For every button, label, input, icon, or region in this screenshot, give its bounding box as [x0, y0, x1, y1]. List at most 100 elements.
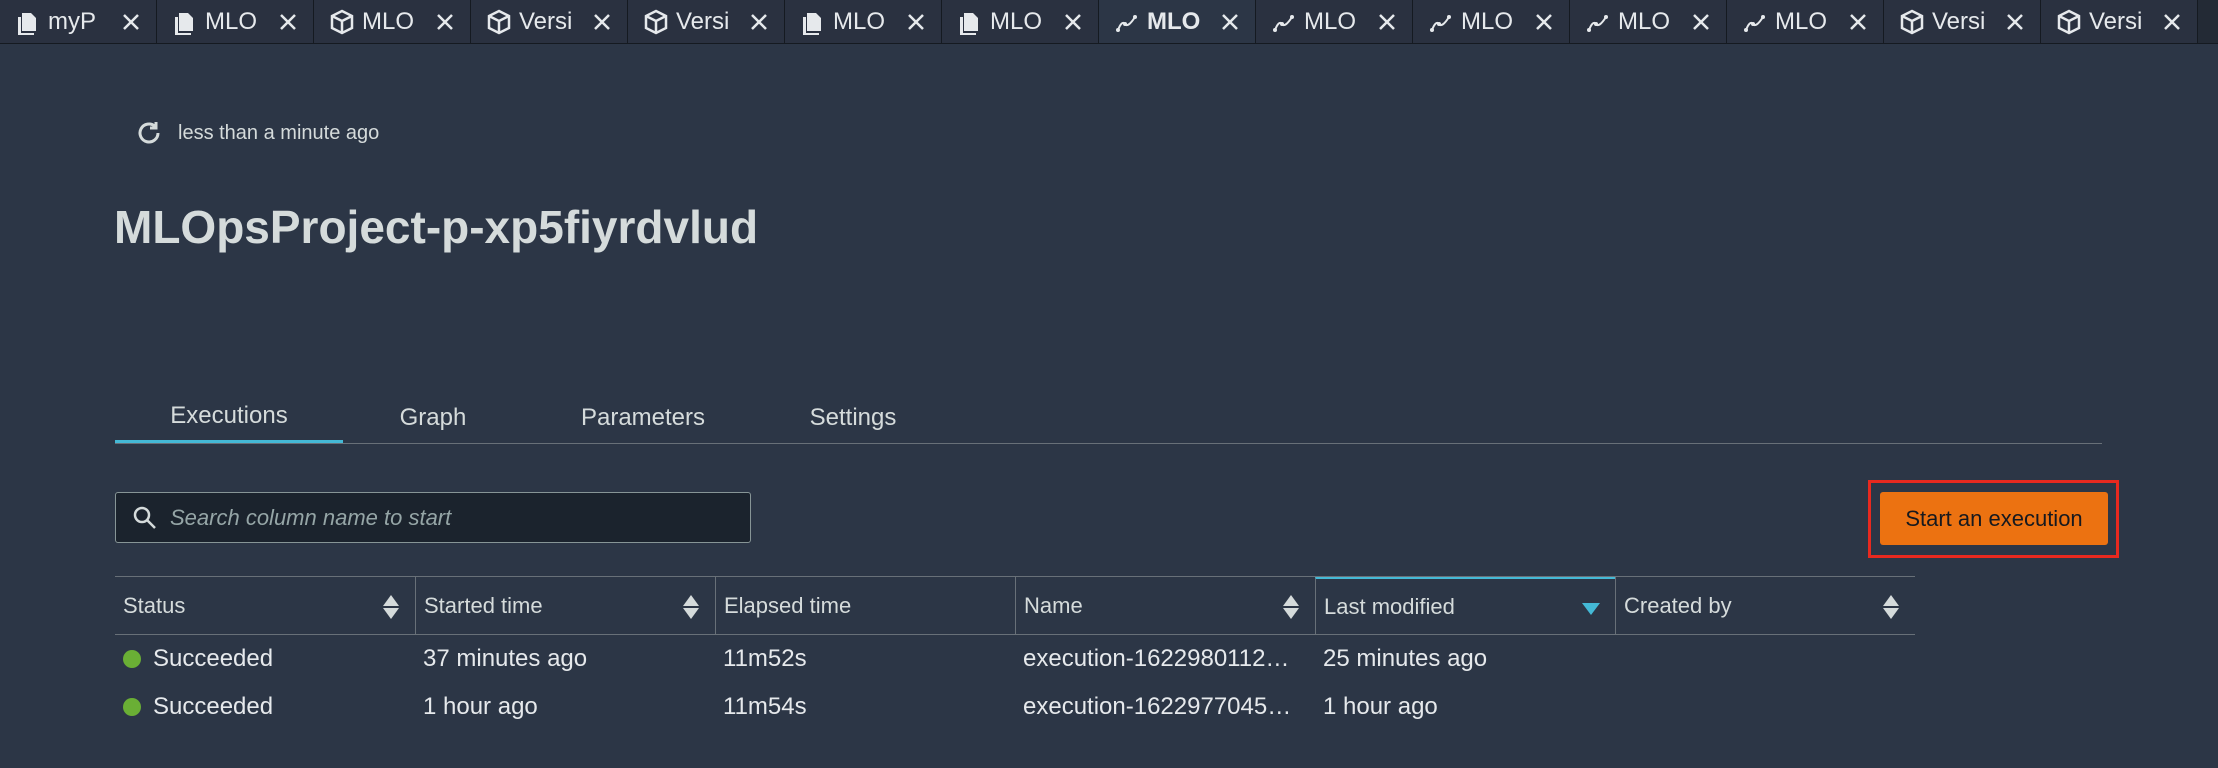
browser-tab[interactable]: MLO	[1727, 0, 1884, 43]
document-icon	[803, 12, 821, 35]
start-execution-button[interactable]: Start an execution	[1880, 492, 2108, 545]
executions-table: Status Started time Elapsed time Name La…	[115, 576, 1915, 731]
started-time-cell: 1 hour ago	[423, 693, 538, 720]
browser-tab-label: Versi	[1932, 7, 1986, 35]
column-header-label: Started time	[424, 592, 543, 618]
close-icon[interactable]	[1533, 11, 1555, 33]
browser-tab[interactable]: MLO	[1256, 0, 1413, 43]
status-cell: Succeeded	[115, 645, 415, 673]
browser-tab-label: MLO	[990, 7, 1043, 35]
browser-tab[interactable]: MLO	[1570, 0, 1727, 43]
tab-parameters[interactable]: Parameters	[523, 392, 763, 443]
close-icon[interactable]	[1690, 11, 1712, 33]
column-header-started-time[interactable]: Started time	[415, 577, 715, 634]
column-header-status[interactable]: Status	[115, 577, 415, 634]
elapsed-time-cell: 11m54s	[723, 693, 807, 720]
browser-tab[interactable]: MLO	[314, 0, 471, 43]
pipeline-icon	[1273, 14, 1294, 32]
close-icon[interactable]	[277, 11, 299, 33]
browser-tab[interactable]: Versi	[628, 0, 785, 43]
document-icon	[175, 12, 193, 35]
close-icon[interactable]	[1847, 11, 1869, 33]
package-icon	[644, 9, 668, 34]
sort-icon[interactable]	[1281, 593, 1301, 621]
page-title: MLOpsProject-p-xp5fiyrdvlud	[114, 201, 759, 253]
status-text: Succeeded	[153, 693, 274, 720]
table-row[interactable]: Succeeded 37 minutes ago 11m52s executio…	[115, 635, 1915, 683]
browser-tab[interactable]: MLO	[1413, 0, 1570, 43]
browser-tab[interactable]: MLO	[942, 0, 1099, 43]
browser-tab-label: Versi	[676, 7, 730, 35]
close-icon[interactable]	[1219, 11, 1241, 33]
browser-tab[interactable]: MLO	[157, 0, 314, 43]
close-icon[interactable]	[1062, 11, 1084, 33]
execution-name-link[interactable]: execution-1622980112…	[1015, 645, 1315, 673]
close-icon[interactable]	[591, 11, 613, 33]
column-header-created-by[interactable]: Created by	[1615, 577, 1915, 634]
browser-tab-active[interactable]: MLO	[1099, 0, 1256, 43]
column-header-last-modified[interactable]: Last modified	[1315, 577, 1615, 634]
close-icon[interactable]	[2161, 11, 2183, 33]
refresh-icon[interactable]	[134, 118, 164, 148]
browser-tab[interactable]: Versi	[2041, 0, 2198, 43]
close-icon[interactable]	[905, 11, 927, 33]
search-input[interactable]	[168, 503, 732, 532]
execution-name-link[interactable]: execution-1622977045…	[1015, 693, 1315, 721]
sort-icon[interactable]	[381, 593, 401, 621]
package-icon	[330, 9, 354, 34]
document-icon	[960, 12, 978, 35]
tab-label: Graph	[399, 403, 467, 431]
tab-label: Settings	[809, 403, 897, 431]
sort-icon[interactable]	[1881, 593, 1901, 621]
table-header: Status Started time Elapsed time Name La…	[115, 576, 1915, 635]
column-header-elapsed-time[interactable]: Elapsed time	[715, 577, 1015, 634]
success-status-icon	[123, 698, 141, 716]
close-icon[interactable]	[120, 11, 142, 33]
started-time-cell: 37 minutes ago	[423, 645, 588, 672]
browser-tab[interactable]: Versi	[471, 0, 628, 43]
browser-tab-label: MLO	[833, 7, 886, 35]
pipeline-icon	[1587, 14, 1608, 32]
close-icon[interactable]	[2004, 11, 2026, 33]
browser-tab-label: MLO	[1775, 7, 1828, 35]
column-header-label: Name	[1024, 592, 1083, 618]
tab-graph[interactable]: Graph	[343, 392, 523, 443]
refresh-status: less than a minute ago	[134, 118, 379, 148]
browser-tab[interactable]: MLO	[785, 0, 942, 43]
last-modified-cell: 1 hour ago	[1323, 693, 1438, 720]
browser-tab-label: myP	[48, 7, 96, 35]
browser-tab[interactable]: Versi	[1884, 0, 2041, 43]
pipeline-icon	[1430, 14, 1451, 32]
search-box	[115, 492, 751, 543]
execution-name-text: execution-1622977045…	[1023, 693, 1292, 720]
browser-tab-label: MLO	[1147, 7, 1201, 35]
tab-executions[interactable]: Executions	[115, 392, 343, 443]
last-modified-cell: 25 minutes ago	[1323, 645, 1488, 672]
page-tabs: Executions Graph Parameters Settings	[115, 392, 2102, 444]
pipeline-icon	[1744, 14, 1765, 32]
success-status-icon	[123, 650, 141, 668]
close-icon[interactable]	[1376, 11, 1398, 33]
sort-descending-icon[interactable]	[1581, 595, 1601, 623]
browser-tab-label: Versi	[2089, 7, 2143, 35]
column-header-name[interactable]: Name	[1015, 577, 1315, 634]
search-icon	[133, 506, 156, 529]
browser-tab-strip: myP MLO MLO Versi Versi MLO MLO MLO MLO	[0, 0, 2218, 44]
sort-icon[interactable]	[681, 593, 701, 621]
close-icon[interactable]	[748, 11, 770, 33]
tab-settings[interactable]: Settings	[763, 392, 943, 443]
tab-label: Parameters	[580, 403, 706, 431]
status-text: Succeeded	[153, 645, 274, 672]
table-row[interactable]: Succeeded 1 hour ago 11m54s execution-16…	[115, 683, 1915, 731]
browser-tab[interactable]: myP	[0, 0, 157, 43]
last-refreshed-text: less than a minute ago	[178, 121, 380, 144]
close-icon[interactable]	[434, 11, 456, 33]
browser-tab-label: MLO	[362, 7, 415, 35]
status-cell: Succeeded	[115, 693, 415, 721]
column-header-label: Last modified	[1324, 593, 1455, 619]
tab-label: Executions	[170, 402, 288, 429]
document-icon	[18, 12, 36, 35]
browser-tab-label: MLO	[1461, 7, 1514, 35]
column-header-label: Status	[123, 592, 186, 618]
browser-tab-label: Versi	[519, 7, 573, 35]
